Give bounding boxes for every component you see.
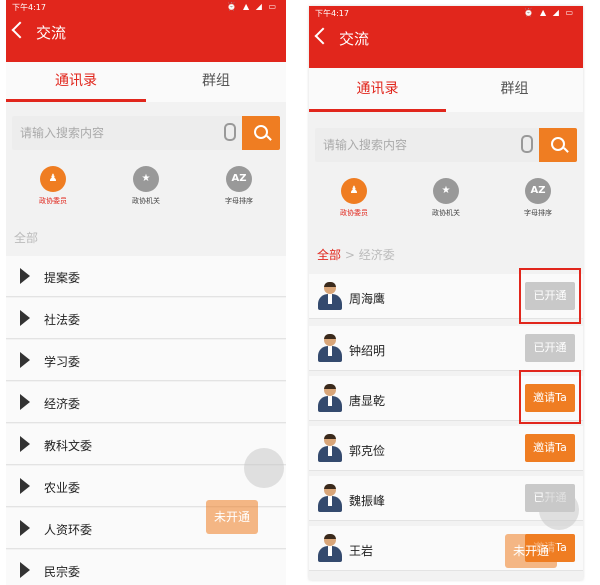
expand-triangle-icon [20,562,30,578]
expand-triangle-icon [20,520,30,536]
search-bar: 请输入搜索内容 [315,128,577,162]
floating-circle-button[interactable] [539,490,579,530]
breadcrumb-root[interactable]: 全部 [317,248,341,262]
tab-contacts[interactable]: 通讯录 [309,68,446,112]
search-bar: 请输入搜索内容 [12,116,280,150]
microphone-icon[interactable] [521,135,533,153]
expand-triangle-icon [20,310,30,326]
category-members[interactable]: ♟ 政协委员 [319,178,389,218]
expand-triangle-icon [20,478,30,494]
group-name: 人资环委 [44,523,93,537]
group-name: 农业委 [44,481,81,495]
category-agencies[interactable]: ★ 政协机关 [111,166,181,206]
status-time: 下午4:17 [12,3,46,12]
group-row[interactable]: 经济委 [6,382,286,423]
floating-circle-button[interactable] [244,448,284,488]
tab-bar: 通讯录 群组 [309,68,583,112]
tab-contacts[interactable]: 通讯录 [6,62,146,102]
member-name: 唐显乾 [349,394,386,408]
category-alphabetical[interactable]: AZ 字母排序 [503,178,573,218]
category-label: 政协委员 [340,209,368,217]
category-agencies[interactable]: ★ 政协机关 [411,178,481,218]
status-icons: ⏰ ▲ ◢ ▭ [523,8,575,17]
avatar [317,282,343,310]
screen-left: 下午4:17 ⏰ ▲ ◢ ▭ 交流 通讯录 群组 请输入搜索内容 ♟ 政协委员 … [6,0,286,585]
expand-triangle-icon [20,352,30,368]
group-name: 提案委 [44,271,81,285]
expand-triangle-icon [20,436,30,452]
group-row[interactable]: 提案委 [6,256,286,297]
status-time: 下午4:17 [315,9,349,18]
category-members[interactable]: ♟ 政协委员 [18,166,88,206]
member-name: 郭克俭 [349,444,386,458]
avatar [317,334,343,362]
group-row[interactable]: 社法委 [6,298,286,339]
star-icon: ★ [133,166,159,192]
group-name: 学习委 [44,355,81,369]
search-button[interactable] [539,128,577,162]
screen-right: 下午4:17 ⏰ ▲ ◢ ▭ 交流 通讯录 群组 请输入搜索内容 ♟ 政协委员 … [309,6,583,580]
search-button[interactable] [242,116,280,150]
group-name: 经济委 [44,397,81,411]
not-activated-float-button[interactable]: 未开通 [206,500,258,534]
group-name: 教科文委 [44,439,93,453]
group-row[interactable]: 学习委 [6,340,286,381]
tab-groups[interactable]: 群组 [146,62,286,102]
not-activated-float-button[interactable]: 未开通 [505,534,557,568]
member-name: 魏振峰 [349,494,386,508]
avatar [317,534,343,562]
section-label: 全部 [14,231,39,245]
breadcrumb-separator: > [341,248,359,262]
search-input[interactable]: 请输入搜索内容 [20,116,104,150]
az-icon: AZ [525,178,551,204]
tab-groups[interactable]: 群组 [446,68,583,112]
highlight-box [519,268,581,324]
category-label: 政协机关 [132,197,160,205]
status-icons: ⏰ ▲ ◢ ▭ [226,2,278,11]
app-bar: 下午4:17 ⏰ ▲ ◢ ▭ 交流 [309,6,583,68]
tab-bar: 通讯录 群组 [6,62,286,102]
back-arrow-icon[interactable] [314,27,332,45]
group-name: 社法委 [44,313,81,327]
highlight-box [519,370,581,424]
person-icon: ♟ [341,178,367,204]
breadcrumb-current: 经济委 [358,248,395,262]
activated-button[interactable]: 已开通 [525,334,575,362]
avatar [317,384,343,412]
breadcrumb: 全部 > 经济委 [317,246,395,263]
avatar [317,484,343,512]
search-input[interactable]: 请输入搜索内容 [323,128,407,162]
member-row[interactable]: 钟绍明 已开通 [309,326,583,371]
group-row[interactable]: 教科文委 [6,424,286,465]
microphone-icon[interactable] [224,123,236,141]
member-name: 钟绍明 [349,344,386,358]
category-label: 字母排序 [225,197,253,205]
category-label: 政协委员 [39,197,67,205]
group-name: 民宗委 [44,565,81,579]
invite-button[interactable]: 邀请Ta [525,434,575,462]
az-icon: AZ [226,166,252,192]
app-bar: 下午4:17 ⏰ ▲ ◢ ▭ 交流 [6,0,286,62]
star-icon: ★ [433,178,459,204]
category-label: 字母排序 [524,209,552,217]
expand-triangle-icon [20,394,30,410]
expand-triangle-icon [20,268,30,284]
category-alphabetical[interactable]: AZ 字母排序 [204,166,274,206]
member-name: 王岩 [349,544,374,558]
member-name: 周海鹰 [349,292,386,306]
avatar [317,434,343,462]
category-label: 政协机关 [432,209,460,217]
member-row[interactable]: 郭克俭 邀请Ta [309,426,583,471]
group-row[interactable]: 民宗委 [6,550,286,585]
page-title: 交流 [339,30,370,48]
person-icon: ♟ [40,166,66,192]
back-arrow-icon[interactable] [11,21,29,39]
page-title: 交流 [36,24,67,42]
